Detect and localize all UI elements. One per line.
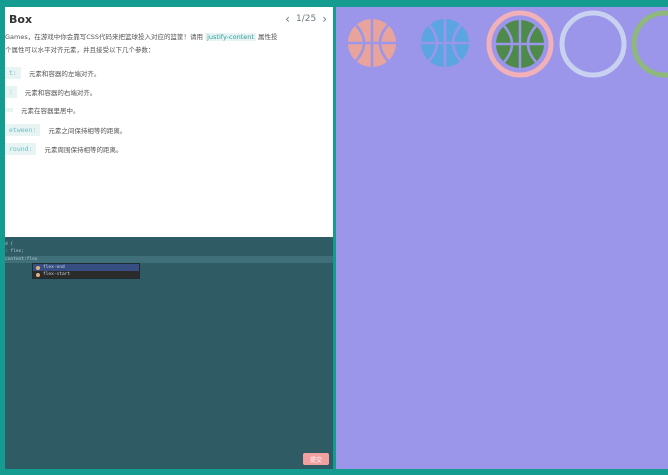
- property-value-icon: [36, 272, 40, 277]
- game-board: [336, 7, 668, 469]
- intro-line1-a: Games，在游戏中你会靠写CSS代码来把篮球投入对应的篮筐！请用: [5, 33, 204, 41]
- orange-basketball-icon: [348, 19, 396, 67]
- previous-level-icon[interactable]: ‹: [285, 12, 290, 26]
- page-title: Box: [9, 13, 33, 26]
- option-row: : 元素和容器的右端对齐。: [5, 86, 96, 98]
- option-desc: 元素在容器里居中。: [21, 107, 80, 115]
- blue-basketball-icon: [421, 19, 469, 67]
- instructions-panel: Box ‹ 1/25 › Games，在游戏中你会靠写CSS代码来把篮球投入对应…: [5, 7, 333, 237]
- option-key: :: [5, 86, 17, 98]
- option-key: t:: [5, 67, 21, 79]
- option-row: round: 元素周围保持相等的距离。: [5, 143, 122, 155]
- autocomplete-label: flex-start: [43, 272, 71, 277]
- autocomplete-dropdown: flex-end flex-start: [32, 263, 140, 279]
- autocomplete-label: flex-end: [43, 265, 65, 270]
- submit-button[interactable]: 提交: [303, 453, 329, 465]
- instructions-text: Games，在游戏中你会靠写CSS代码来把篮球投入对应的篮筐！请用 justif…: [5, 31, 329, 57]
- code-line: d {: [5, 242, 14, 247]
- option-row: 元素在容器里居中。: [5, 105, 80, 115]
- left-panel: Box ‹ 1/25 › Games，在游戏中你会靠写CSS代码来把篮球投入对应…: [5, 7, 333, 469]
- green-basketball-hoop-icon: [486, 10, 554, 78]
- total-levels: 25: [304, 14, 317, 24]
- option-key: etween:: [5, 124, 41, 136]
- empty-hoop-icon: [559, 10, 627, 78]
- intro-line1-b: 属性投: [258, 33, 278, 41]
- current-line-highlight: [5, 256, 333, 263]
- level-pager: ‹ 1/25 ›: [285, 12, 327, 26]
- option-desc: 元素和容器的右端对齐。: [24, 89, 97, 97]
- next-level-icon[interactable]: ›: [322, 12, 327, 26]
- autocomplete-item[interactable]: flex-end: [33, 264, 139, 271]
- green-hoop-icon: [631, 10, 668, 78]
- option-desc: 元素之间保持相等的距离。: [48, 127, 127, 135]
- property-value-icon: [36, 265, 40, 270]
- autocomplete-item[interactable]: flex-start: [33, 271, 139, 278]
- option-key: [5, 108, 13, 112]
- code-line: : flex;: [5, 249, 24, 254]
- option-desc: 元素周围保持相等的距离。: [44, 146, 123, 154]
- option-key: round:: [5, 143, 37, 155]
- option-desc: 元素和容器的左端对齐。: [28, 70, 101, 78]
- justify-content-code: justify-content: [205, 33, 256, 41]
- option-row: etween: 元素之间保持相等的距离。: [5, 124, 126, 136]
- option-row: t: 元素和容器的左端对齐。: [5, 67, 100, 79]
- css-editor[interactable]: d { : flex; content:flex flex-end flex-s…: [5, 239, 333, 469]
- code-line-active[interactable]: content:flex: [5, 257, 38, 262]
- intro-line2: 个属性可以水平对齐元素，并且接受以下几个参数：: [5, 46, 155, 54]
